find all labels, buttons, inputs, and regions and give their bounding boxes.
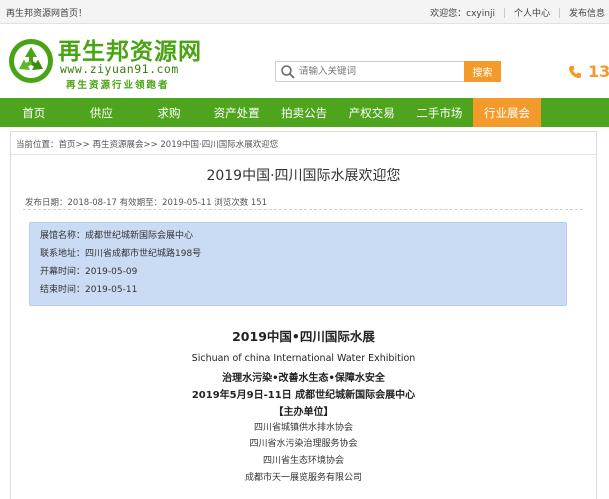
divider bbox=[558, 7, 560, 18]
content-english-title: Sichuan of china International Water Exh… bbox=[191, 353, 416, 364]
content-title: 2019中国•四川国际水展 bbox=[232, 329, 375, 344]
divider bbox=[11, 154, 596, 155]
article-title: 2019中国·四川国际水展欢迎您 bbox=[206, 168, 401, 184]
nav-item-purchase[interactable]: 求购 bbox=[135, 98, 203, 127]
phone-icon bbox=[569, 65, 581, 78]
nav-item-supply[interactable]: 供应 bbox=[68, 98, 136, 127]
host-header: 【主办单位】 bbox=[273, 407, 334, 418]
search-box bbox=[275, 61, 465, 82]
breadcrumb[interactable]: 当前位置：首页>> 再生资源展会>> 2019中国·四川国际水展欢迎您 bbox=[16, 138, 278, 150]
host-org: 成都市天一展览服务有限公司 bbox=[244, 473, 362, 483]
search-input[interactable] bbox=[299, 66, 459, 77]
post-info-link[interactable]: 发布信息 bbox=[569, 6, 605, 19]
nav-item-property-trade[interactable]: 产权交易 bbox=[338, 98, 406, 127]
welcome-text: 再生邦资源网首页！ bbox=[6, 9, 88, 19]
article-meta: 发布日期：2018-08-17 有效期至：2019-05-11 浏览次数 151 bbox=[25, 198, 268, 208]
end-date: 结束时间：2019-05-11 bbox=[40, 285, 138, 295]
host-org: 四川省城镇供水排水协会 bbox=[253, 423, 353, 433]
divider bbox=[23, 209, 583, 210]
exhibition-info-box: 展馆名称：成都世纪城新国际会展中心 联系地址：四川省成都市世纪城路198号 开幕… bbox=[29, 222, 567, 306]
recycle-logo-icon[interactable] bbox=[8, 38, 54, 84]
logo-title[interactable]: 再生邦资源网 bbox=[58, 32, 202, 66]
logo-url: www.ziyuan91.com bbox=[60, 62, 179, 76]
article-panel: 当前位置：首页>> 再生资源展会>> 2019中国·四川国际水展欢迎您 2019… bbox=[10, 131, 597, 499]
top-bar: 再生邦资源网首页！ 欢迎您：cxyinji 个人中心 发布信息 bbox=[0, 0, 609, 24]
nav-item-auction[interactable]: 拍卖公告 bbox=[270, 98, 338, 127]
start-date: 开幕时间：2019-05-09 bbox=[40, 267, 138, 277]
hotline-number: 13 bbox=[588, 62, 609, 81]
main-nav: 首页 供应 求购 资产处置 拍卖公告 产权交易 二手市场 行业展会 bbox=[0, 98, 609, 127]
nav-item-exhibitions[interactable]: 行业展会 bbox=[473, 98, 541, 127]
user-greeting[interactable]: 欢迎您：cxyinji bbox=[430, 6, 495, 19]
logo-slogan: 再生资源行业领跑者 bbox=[66, 80, 170, 91]
venue-address: 联系地址：四川省成都市世纪城路198号 bbox=[40, 249, 202, 259]
search-icon bbox=[281, 64, 295, 79]
host-org: 四川省生态环境协会 bbox=[262, 456, 344, 466]
top-user-links: 欢迎您：cxyinji 个人中心 发布信息 bbox=[430, 6, 605, 19]
venue-name: 展馆名称：成都世纪城新国际会展中心 bbox=[40, 231, 194, 241]
hotline: 13 bbox=[568, 62, 609, 81]
nav-item-home[interactable]: 首页 bbox=[0, 98, 68, 127]
user-center-link[interactable]: 个人中心 bbox=[514, 6, 550, 19]
site-header: 再生邦资源网 www.ziyuan91.com 再生资源行业领跑者 搜索 13 bbox=[0, 24, 609, 98]
host-org: 四川省水污染治理服务协会 bbox=[249, 439, 358, 449]
nav-item-asset-disposal[interactable]: 资产处置 bbox=[203, 98, 271, 127]
content-slogan: 治理水污染•改善水生态•保障水安全 bbox=[222, 373, 385, 384]
nav-item-second-hand[interactable]: 二手市场 bbox=[406, 98, 474, 127]
content-date-place: 2019年5月9日-11日 成都世纪城新国际会展中心 bbox=[191, 390, 416, 401]
search-button[interactable]: 搜索 bbox=[464, 61, 501, 82]
divider bbox=[503, 7, 505, 18]
